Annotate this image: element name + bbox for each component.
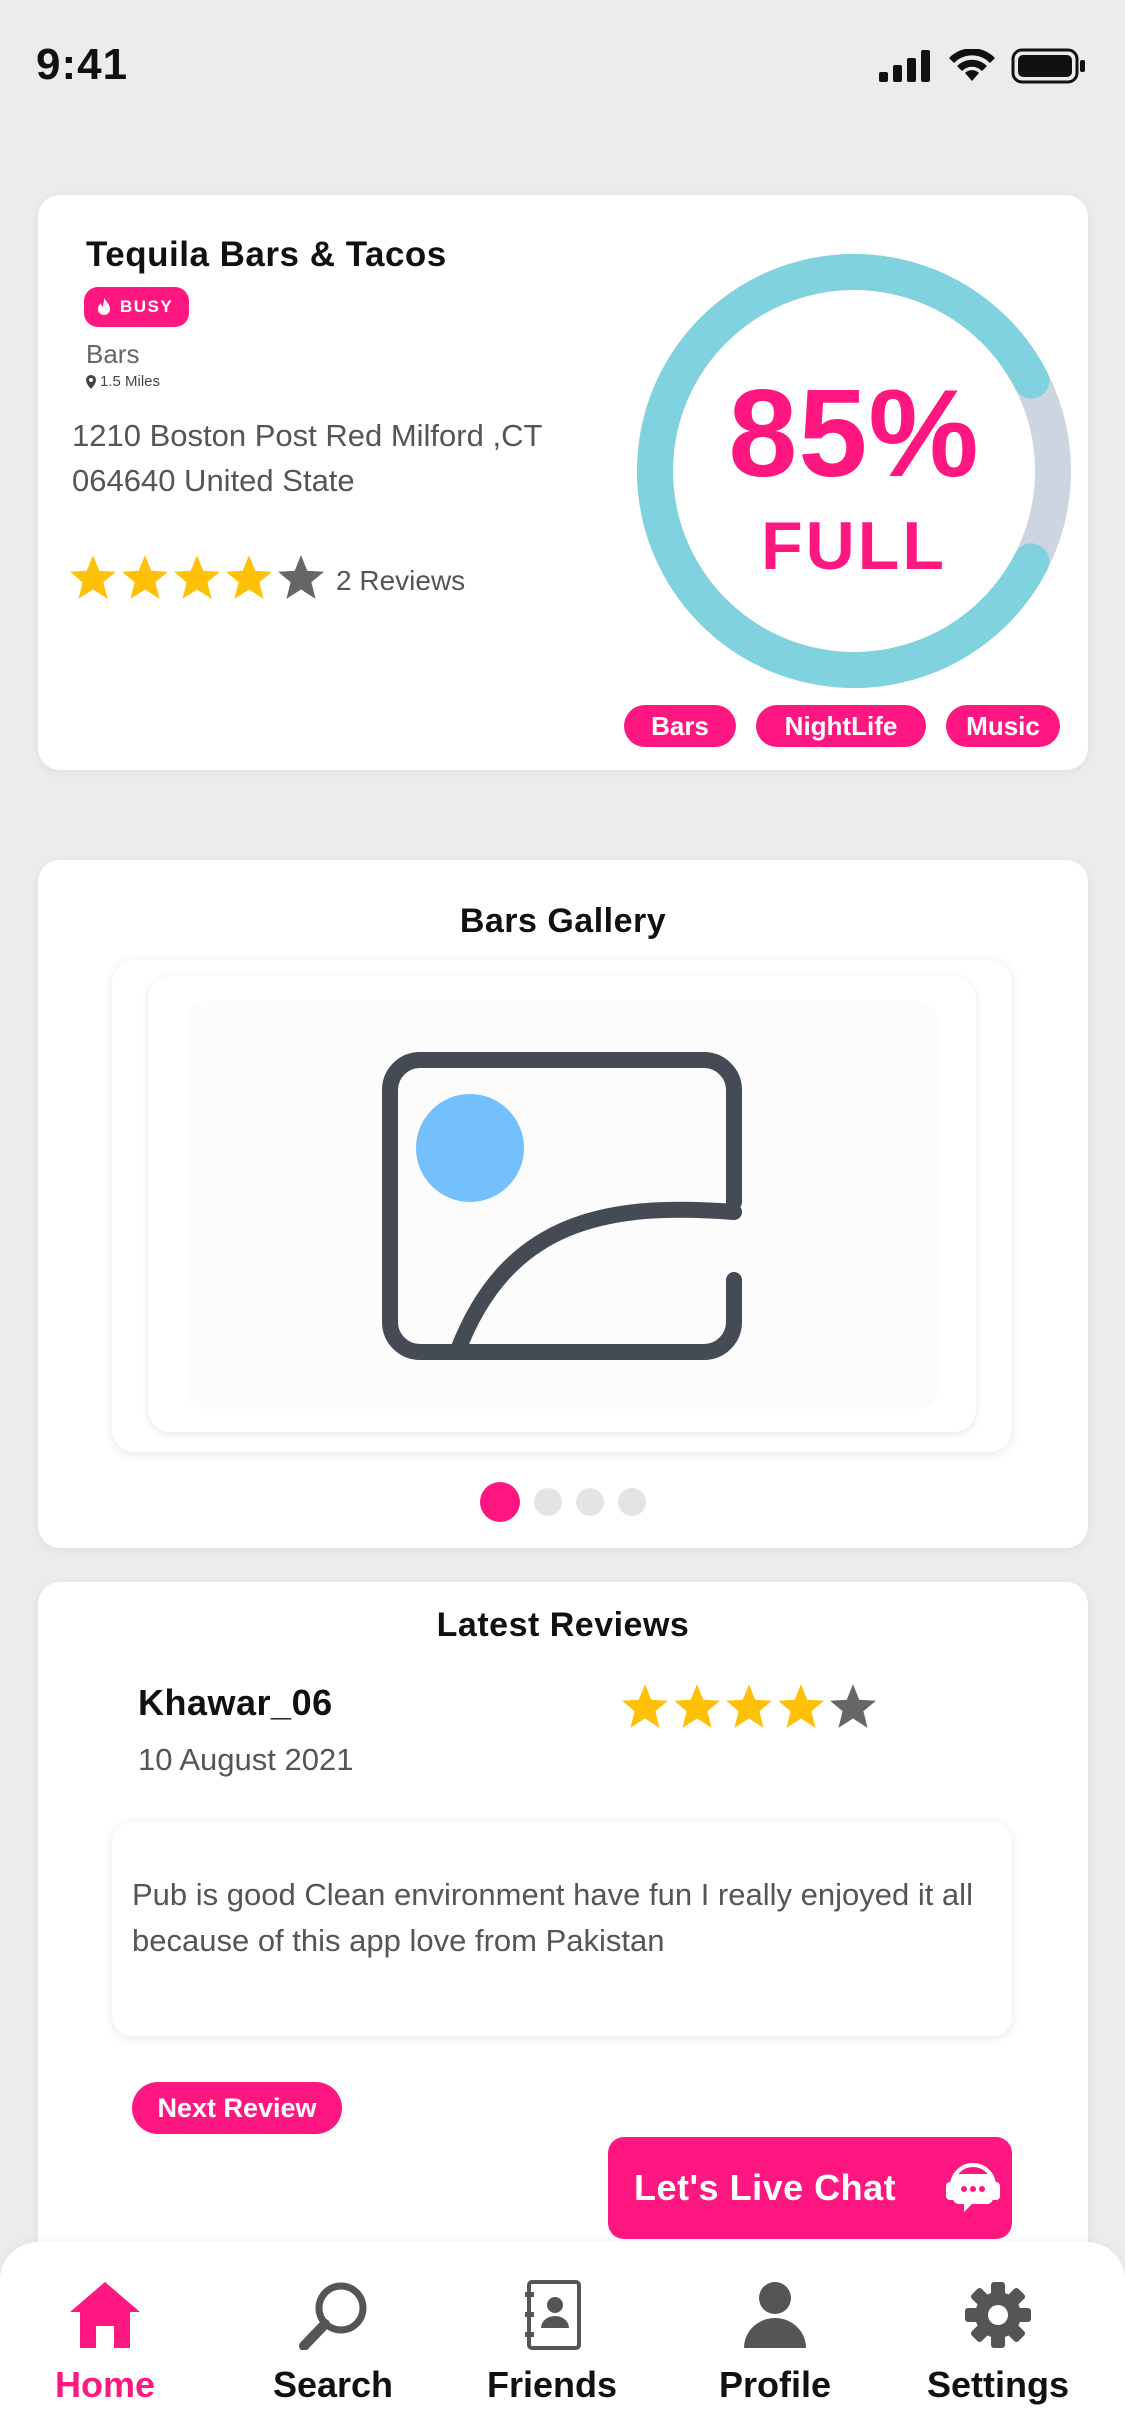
tag-nightlife[interactable]: NightLife	[756, 705, 926, 747]
battery-icon	[1011, 48, 1085, 84]
bottom-nav: Home Search Friends Profile Settings	[0, 2242, 1125, 2436]
signal-icon	[879, 50, 930, 82]
tag-music[interactable]: Music	[946, 705, 1060, 747]
image-placeholder-icon	[382, 1052, 742, 1360]
live-chat-button[interactable]: Let's Live Chat	[608, 2137, 1012, 2239]
status-time: 9:41	[36, 40, 129, 89]
review-text: Pub is good Clean environment have fun I…	[112, 1822, 1012, 2036]
status-bar: 9:41	[0, 0, 1125, 140]
capacity-label: FULL	[761, 508, 947, 584]
star-filled-icon	[226, 555, 272, 599]
user-icon	[744, 2282, 806, 2348]
venue-distance-text: 1.5 Miles	[100, 373, 161, 390]
star-filled-icon	[622, 1684, 668, 1728]
nav-label-friends: Friends	[486, 2364, 618, 2405]
gallery-dot-1[interactable]	[480, 1482, 520, 1522]
gallery-pagination	[480, 1482, 646, 1522]
gallery-dot-4[interactable]	[618, 1488, 646, 1516]
home-icon	[70, 2282, 140, 2348]
nav-label-home: Home	[54, 2364, 156, 2405]
venue-name: Tequila Bars & Tacos	[86, 235, 447, 274]
flame-icon	[98, 297, 110, 315]
gallery-dot-2[interactable]	[534, 1488, 562, 1516]
reviewer-name: Khawar_06	[138, 1682, 333, 1723]
nav-item-profile[interactable]: Profile	[685, 2280, 865, 2406]
star-filled-icon	[122, 555, 168, 599]
venue-rating-stars	[68, 553, 326, 601]
chat-support-icon	[946, 2163, 1001, 2212]
nav-item-home[interactable]: Home	[15, 2280, 195, 2406]
next-review-button[interactable]: Next Review	[132, 2082, 342, 2134]
review-date: 10 August 2021	[138, 1742, 354, 1777]
venue-card: Tequila Bars & Tacos BUSY Bars 1.5 Miles…	[38, 195, 1088, 770]
wifi-icon	[949, 49, 995, 81]
venue-address: 1210 Boston Post Red Milford ,CT 064640 …	[72, 418, 542, 498]
nav-label-profile: Profile	[718, 2364, 832, 2405]
contacts-icon	[525, 2280, 581, 2350]
star-filled-icon	[174, 555, 220, 599]
gear-icon	[965, 2282, 1031, 2348]
venue-distance: 1.5 Miles	[86, 373, 160, 390]
gallery-dot-3[interactable]	[576, 1488, 604, 1516]
busy-label: BUSY	[120, 297, 174, 316]
star-filled-icon	[778, 1684, 824, 1728]
search-icon	[299, 2282, 367, 2350]
star-filled-icon	[674, 1684, 720, 1728]
busy-badge: BUSY	[84, 287, 190, 327]
location-pin-icon	[86, 374, 96, 389]
gallery-image-container	[188, 1002, 936, 1406]
gallery-title: Bars Gallery	[459, 902, 667, 940]
reviews-card: Latest Reviews Khawar_06 10 August 2021 …	[38, 1582, 1088, 2282]
nav-label-search: Search	[272, 2364, 394, 2405]
star-filled-icon	[726, 1684, 772, 1728]
reviews-title: Latest Reviews	[436, 1606, 690, 1644]
capacity-percent: 85%	[728, 365, 980, 503]
star-filled-icon	[70, 555, 116, 599]
nav-item-search[interactable]: Search	[243, 2280, 423, 2406]
nav-item-settings[interactable]: Settings	[908, 2280, 1088, 2406]
status-icons	[879, 48, 1087, 84]
tag-bars[interactable]: Bars	[624, 705, 736, 747]
live-chat-label: Let's Live Chat	[634, 2167, 897, 2208]
nav-label-settings: Settings	[926, 2364, 1069, 2405]
venue-category: Bars	[86, 339, 140, 369]
star-empty-icon	[830, 1684, 876, 1728]
gallery-carousel[interactable]	[112, 960, 1012, 1452]
review-rating-stars	[620, 1682, 878, 1730]
gallery-slide[interactable]	[148, 976, 976, 1432]
star-empty-icon	[278, 555, 324, 599]
nav-item-friends[interactable]: Friends	[462, 2280, 642, 2406]
gallery-card: Bars Gallery	[38, 860, 1088, 1548]
venue-reviews-count[interactable]: 2 Reviews	[336, 565, 465, 597]
